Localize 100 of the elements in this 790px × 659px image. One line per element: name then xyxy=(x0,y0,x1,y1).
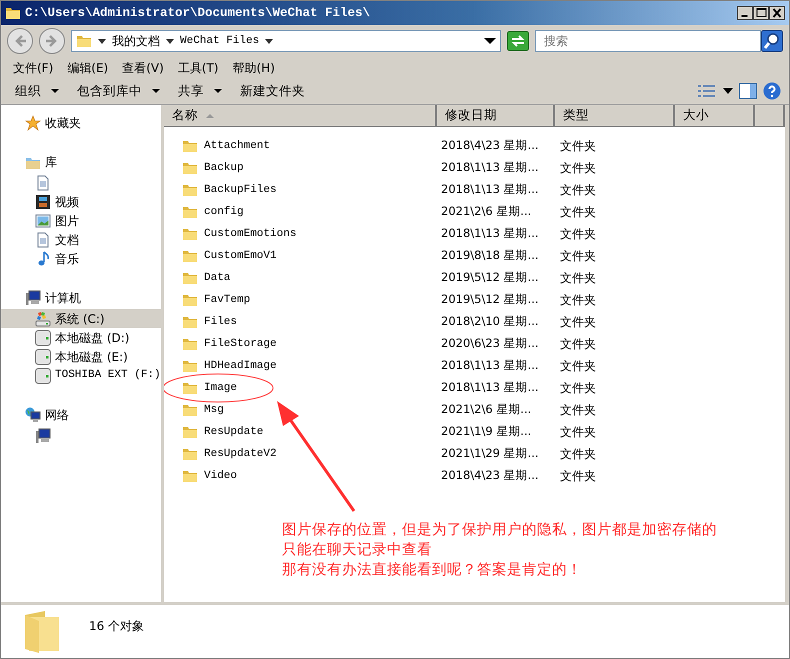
menu-item[interactable]: 工具(T) xyxy=(172,58,224,76)
date-cell-text: 2018\2\10 星期... xyxy=(440,313,540,330)
type-cell-text: 文件夹 xyxy=(559,138,597,155)
nav-item[interactable]: 视频 xyxy=(1,192,161,211)
date-cell-text: 2021\1\29 星期... xyxy=(440,445,540,462)
date-cell-text: 2021\1\9 星期... xyxy=(440,423,532,440)
caret-icon[interactable] xyxy=(723,87,733,95)
file-name[interactable]: Attachment xyxy=(204,138,270,154)
nav-item[interactable]: 本地磁盘 (D:) xyxy=(1,328,161,347)
caret-icon[interactable] xyxy=(98,37,106,45)
nav-item[interactable]: 系统 (C:) xyxy=(1,309,161,328)
search-icon[interactable] xyxy=(761,30,783,52)
column-header[interactable]: 类型 xyxy=(555,105,675,127)
file-name[interactable]: Image xyxy=(204,380,238,396)
type-cell-text: 文件夹 xyxy=(559,292,597,309)
breadcrumb[interactable]: WeChat Files xyxy=(180,32,260,50)
type-cell-text: 文件夹 xyxy=(559,248,597,265)
file-name[interactable]: ResUpdate xyxy=(204,424,264,440)
type-cell-text: 文件夹 xyxy=(559,402,597,419)
document-icon xyxy=(35,232,51,248)
date-cell-text: 2018\4\23 星期... xyxy=(440,137,540,154)
toolbar-button[interactable]: 包含到库中 xyxy=(71,80,166,102)
column-header[interactable]: 大小 xyxy=(675,105,755,127)
column-header[interactable]: 修改日期 xyxy=(437,105,555,127)
close-button[interactable] xyxy=(769,6,785,20)
picture-icon xyxy=(35,212,51,228)
window-title: C:\Users\Administrator\Documents\WeChat Files\ xyxy=(25,4,370,22)
file-name[interactable]: Backup xyxy=(204,160,244,176)
forward-button[interactable] xyxy=(39,28,65,54)
file-name[interactable]: Msg xyxy=(204,402,224,418)
breadcrumb[interactable]: 我的文档 xyxy=(112,32,160,50)
folder-icon xyxy=(182,292,198,308)
folder-icon xyxy=(182,314,198,330)
document-icon xyxy=(35,174,51,190)
nav-item[interactable]: 图片 xyxy=(1,211,161,230)
nav-item[interactable]: 库 xyxy=(1,152,161,171)
menu-item[interactable]: 帮助(H) xyxy=(226,58,281,76)
caret-icon[interactable] xyxy=(265,37,274,45)
file-name[interactable]: HDHeadImage xyxy=(204,358,277,374)
help-icon[interactable] xyxy=(763,82,781,100)
star-icon xyxy=(25,114,41,130)
preview-pane-icon[interactable] xyxy=(739,83,757,99)
nav-item[interactable]: 收藏夹 xyxy=(1,113,161,132)
folder-icon xyxy=(182,424,198,440)
date-cell-text: 2018\1\13 星期... xyxy=(440,159,540,176)
film-icon xyxy=(35,194,51,210)
computer-icon xyxy=(25,290,41,306)
type-cell-text: 文件夹 xyxy=(559,204,597,221)
file-name[interactable]: CustomEmotions xyxy=(204,226,296,242)
toolbar-button[interactable]: 新建文件夹 xyxy=(234,80,311,102)
file-name[interactable]: CustomEmoV1 xyxy=(204,248,277,264)
menu-item[interactable]: 查看(V) xyxy=(116,58,170,76)
back-button[interactable] xyxy=(7,28,33,54)
annotation-text: 图片保存的位置，但是为了保护用户的隐私，图片都是加密存储的 只能在聊天记录中查看 那有没有办法直接能看到呢？答案是肯定的！ xyxy=(282,520,717,580)
folder-icon xyxy=(182,468,198,484)
refresh-icon[interactable] xyxy=(507,31,529,51)
sort-arrow-icon xyxy=(206,114,214,118)
folder-icon xyxy=(182,248,198,264)
computer-icon xyxy=(35,428,51,444)
nav-item[interactable]: 本地磁盘 (E:) xyxy=(1,347,161,366)
folder-icon xyxy=(182,380,198,396)
date-cell-text: 2019\5\12 星期... xyxy=(440,269,540,286)
caret-icon[interactable] xyxy=(166,37,174,45)
nav-item[interactable]: 文档 xyxy=(1,230,161,249)
file-name[interactable]: BackupFiles xyxy=(204,182,277,198)
maximize-button[interactable] xyxy=(753,6,769,20)
toolbar-button[interactable]: 共享 xyxy=(172,80,228,102)
minimize-button[interactable] xyxy=(737,6,753,20)
type-cell-text: 文件夹 xyxy=(559,424,597,441)
folder-icon xyxy=(182,182,198,198)
type-cell-text: 文件夹 xyxy=(559,314,597,331)
folder-icon xyxy=(5,5,21,21)
file-name[interactable]: FavTemp xyxy=(204,292,250,308)
file-name[interactable]: Video xyxy=(204,468,238,484)
menu-item[interactable]: 文件(F) xyxy=(7,58,60,76)
type-cell-text: 文件夹 xyxy=(559,446,597,463)
nav-item[interactable]: 网络 xyxy=(1,405,161,424)
item-count: 16 个对象 xyxy=(89,618,144,635)
type-cell-text: 文件夹 xyxy=(559,182,597,199)
drive-icon xyxy=(35,330,51,346)
search-field[interactable]: 搜索 xyxy=(535,30,761,52)
file-name[interactable]: config xyxy=(204,204,244,220)
folder-icon xyxy=(182,270,198,286)
toolbar-button[interactable]: 组织 xyxy=(9,80,65,102)
drive-icon xyxy=(35,368,51,384)
drive-icon xyxy=(35,348,51,364)
folder-icon xyxy=(182,160,198,176)
menu-item[interactable]: 编辑(E) xyxy=(61,58,114,76)
folder-icon xyxy=(182,402,198,418)
file-name[interactable]: Data xyxy=(204,270,230,286)
file-name[interactable]: FileStorage xyxy=(204,336,277,352)
file-name[interactable]: Files xyxy=(204,314,238,330)
nav-item[interactable]: TOSHIBA EXT (F:) xyxy=(1,366,161,385)
folder-icon xyxy=(182,358,198,374)
address-bar[interactable]: 我的文档 WeChat Files xyxy=(71,30,501,52)
dropdown-icon[interactable] xyxy=(484,37,496,45)
nav-item[interactable]: 计算机 xyxy=(1,288,161,307)
nav-item[interactable]: 音乐 xyxy=(1,249,161,268)
column-header[interactable]: 名称 xyxy=(164,105,437,127)
file-name[interactable]: ResUpdateV2 xyxy=(204,446,277,462)
